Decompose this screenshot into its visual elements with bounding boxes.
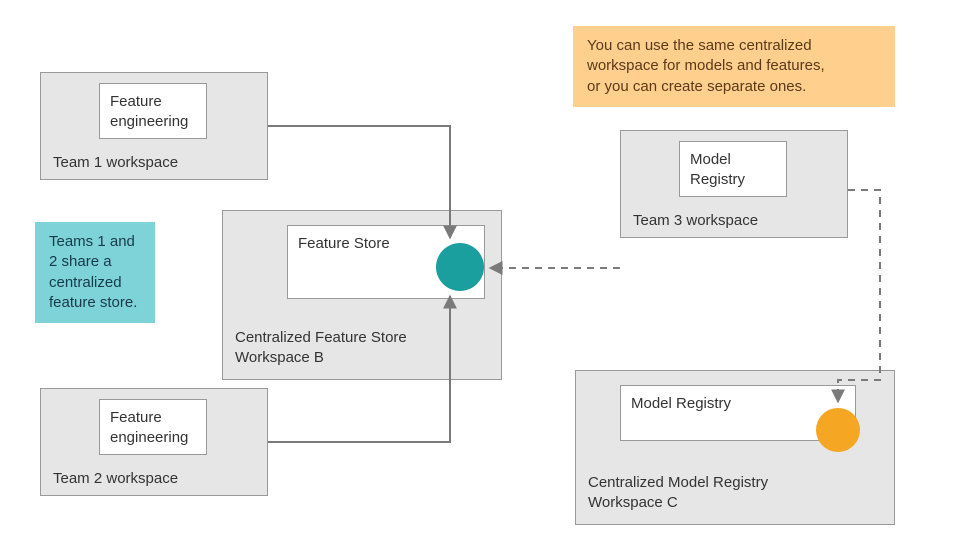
feature-store-label: Centralized Feature Store Workspace B (235, 328, 407, 367)
team2-feature-engineering-box: Feature engineering (99, 399, 207, 455)
team3-label: Team 3 workspace (633, 212, 758, 229)
feature-store-workspace: Feature Store Centralized Feature Store … (222, 210, 502, 380)
team1-workspace: Feature engineering Team 1 workspace (40, 72, 268, 180)
team3-model-registry-box: Model Registry (679, 141, 787, 197)
team1-feature-engineering-box: Feature engineering (99, 83, 207, 139)
team1-label: Team 1 workspace (53, 154, 178, 171)
note-shared-feature-store: Teams 1 and 2 share a centralized featur… (35, 222, 155, 323)
team3-workspace: Model Registry Team 3 workspace (620, 130, 848, 238)
note-centralized-options: You can use the same centralized workspa… (573, 26, 895, 107)
team2-workspace: Feature engineering Team 2 workspace (40, 388, 268, 496)
model-registry-label: Centralized Model Registry Workspace C (588, 473, 768, 512)
team2-label: Team 2 workspace (53, 470, 178, 487)
feature-store-circle-icon (436, 243, 484, 291)
model-registry-circle-icon (816, 408, 860, 452)
